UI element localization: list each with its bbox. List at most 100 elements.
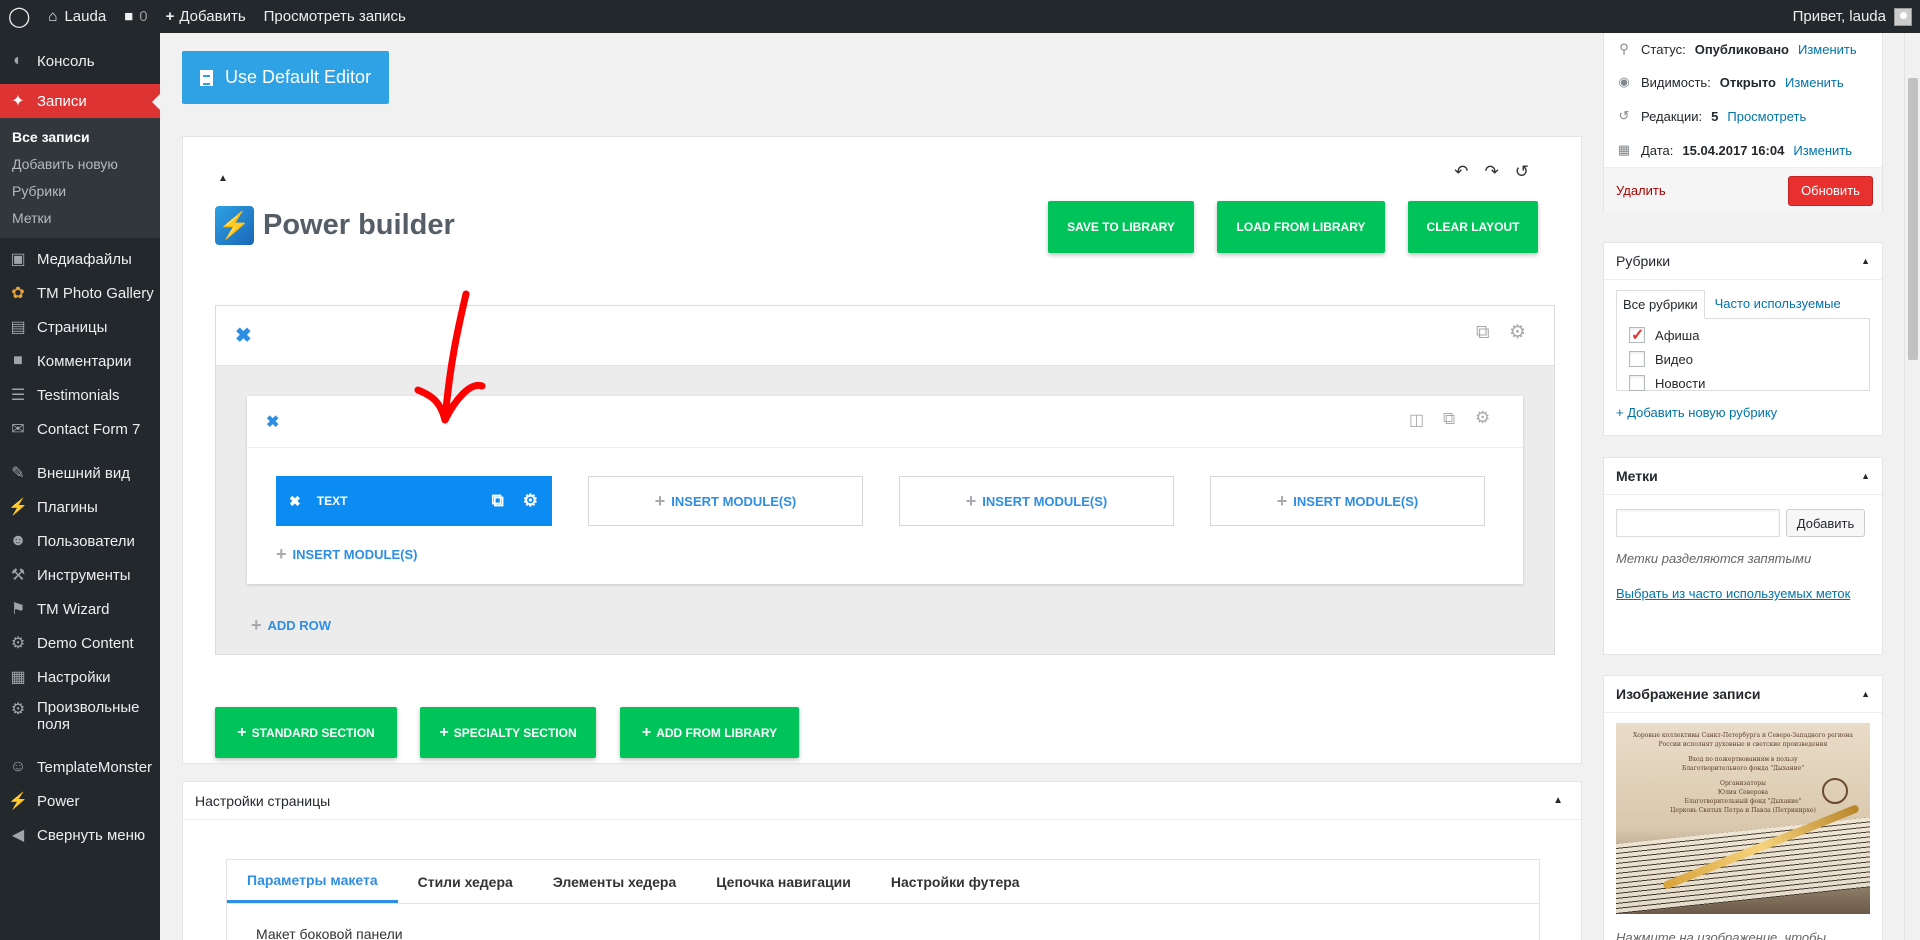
greeting-link[interactable]: Привет, lauda [1793, 8, 1886, 25]
edit-status-link[interactable]: Изменить [1798, 42, 1857, 57]
insert-module-button[interactable]: + INSERT MODULE(S) [588, 476, 863, 526]
sidebar-item-collapse[interactable]: ◀ Свернуть меню [0, 818, 160, 852]
collapse-triangle-icon[interactable]: ▲ [218, 173, 228, 184]
category-item[interactable]: Новости [1629, 371, 1857, 395]
comment-icon: ■ [124, 8, 134, 25]
section-close-icon[interactable]: ✖ [235, 323, 252, 348]
sidebar-item-pages[interactable]: ▤ Страницы [0, 310, 160, 344]
wordpress-logo-icon[interactable]: ◯ [0, 0, 39, 33]
featured-image-hint: Нажмите на изображение, чтобы изменить и… [1616, 930, 1827, 940]
specialty-section-button[interactable]: + SPECIALTY SECTION [420, 707, 596, 758]
sidebar-item-comments[interactable]: ■ Комментарии [0, 344, 160, 378]
plus-icon: + [165, 8, 175, 25]
add-new-link[interactable]: + Добавить [157, 0, 255, 33]
row-columns-icon[interactable]: ◫ [1409, 410, 1424, 430]
sidebar-item-posts[interactable]: ✦ Записи [0, 84, 160, 118]
tab-header-elements[interactable]: Элементы хедера [533, 860, 696, 903]
collapse-triangle-icon[interactable]: ▲ [1861, 471, 1870, 481]
tab-footer-settings[interactable]: Настройки футера [871, 860, 1040, 903]
page-settings-header[interactable]: Настройки страницы ▲ [183, 782, 1581, 820]
sidebar-item-testimonials[interactable]: ☰ Testimonials [0, 378, 160, 412]
submenu-categories[interactable]: Рубрики [0, 178, 160, 205]
power-builder-logo: ⚡ Power builder [215, 206, 455, 245]
edit-visibility-link[interactable]: Изменить [1785, 75, 1844, 90]
update-button[interactable]: Обновить [1788, 175, 1873, 206]
plus-icon: + [439, 723, 449, 741]
tab-layout-params[interactable]: Параметры макета [227, 860, 398, 903]
sidebar-item-demo-content[interactable]: ⚙ Demo Content [0, 626, 160, 660]
section-settings-icon[interactable]: ⚙ [1509, 321, 1526, 344]
posts-submenu: Все записи Добавить новую Рубрики Метки [0, 118, 160, 238]
collapse-triangle-icon[interactable]: ▲ [1553, 795, 1563, 806]
add-tag-button[interactable]: Добавить [1786, 509, 1865, 537]
section-duplicate-icon[interactable]: ⧉ [1476, 322, 1490, 344]
tab-popular-categories[interactable]: Часто используемые [1709, 290, 1847, 319]
view-revisions-link[interactable]: Просмотреть [1727, 109, 1806, 124]
insert-module-button[interactable]: + INSERT MODULE(S) [899, 476, 1174, 526]
add-row-link[interactable]: + ADD ROW [251, 615, 331, 636]
sidebar-item-plugins[interactable]: ⚡ Плагины [0, 490, 160, 524]
category-item[interactable]: Афиша [1629, 323, 1857, 347]
history-icon[interactable]: ↺ [1515, 162, 1529, 182]
sidebar-item-console[interactable]: ◐ Консоль [0, 44, 160, 78]
sidebar-item-power[interactable]: ⚡ Power [0, 784, 160, 818]
sidebar-item-contact-form[interactable]: ✉ Contact Form 7 [0, 412, 160, 446]
row-settings-icon[interactable]: ⚙ [1475, 408, 1490, 428]
tab-breadcrumbs[interactable]: Цепочка навигации [696, 860, 871, 903]
edit-date-link[interactable]: Изменить [1793, 143, 1852, 158]
category-checkbox[interactable] [1629, 375, 1645, 391]
history-icon: ↺ [1618, 108, 1630, 123]
add-category-link[interactable]: + Добавить новую рубрику [1616, 405, 1882, 420]
redo-icon[interactable]: ↷ [1485, 162, 1499, 182]
sidebar-item-templatemonster[interactable]: ☺ TemplateMonster [0, 750, 160, 784]
module-duplicate-icon[interactable]: ⧉ [492, 491, 504, 511]
sidebar-item-appearance[interactable]: ✎ Внешний вид [0, 456, 160, 490]
clear-layout-button[interactable]: CLEAR LAYOUT [1408, 201, 1538, 253]
sidebar-item-tm-photo-gallery[interactable]: ✿ TM Photo Gallery [0, 276, 160, 310]
undo-icon[interactable]: ↶ [1454, 162, 1468, 182]
submenu-tags[interactable]: Метки [0, 205, 160, 232]
sidebar-item-users[interactable]: ☻ Пользователи [0, 524, 160, 558]
categories-header[interactable]: Рубрики ▲ [1604, 243, 1882, 280]
category-checkbox[interactable] [1629, 351, 1645, 367]
use-default-editor-button[interactable]: Use Default Editor [182, 51, 389, 104]
tab-all-categories[interactable]: Все рубрики [1616, 290, 1705, 319]
collapse-triangle-icon[interactable]: ▲ [1861, 689, 1870, 699]
delete-link[interactable]: Удалить [1616, 183, 1666, 198]
categories-tabs: Все рубрики Часто используемые [1616, 290, 1882, 319]
submenu-all-posts[interactable]: Все записи [0, 124, 160, 151]
featured-image[interactable]: Хоровые коллективы Санкт-Петербурга и Се… [1616, 723, 1870, 914]
submenu-add-new[interactable]: Добавить новую [0, 151, 160, 178]
text-module[interactable]: ✖ TEXT ⧉ ⚙ [276, 476, 552, 526]
sidebar-item-media[interactable]: ▣ Медиафайлы [0, 242, 160, 276]
choose-tags-link[interactable]: Выбрать из часто используемых меток [1616, 586, 1882, 601]
page-scrollbar[interactable] [1904, 33, 1920, 940]
category-item[interactable]: Видео [1629, 347, 1857, 371]
row-close-icon[interactable]: ✖ [266, 412, 279, 432]
tab-header-styles[interactable]: Стили хедера [398, 860, 533, 903]
add-from-library-button[interactable]: + ADD FROM LIBRARY [620, 707, 799, 758]
featured-image-header[interactable]: Изображение записи ▲ [1604, 676, 1882, 713]
module-close-icon[interactable]: ✖ [289, 493, 301, 510]
insert-module-button[interactable]: + INSERT MODULE(S) [1210, 476, 1485, 526]
save-to-library-button[interactable]: SAVE TO LIBRARY [1048, 201, 1194, 253]
comments-link[interactable]: ■ 0 [115, 0, 156, 33]
sidebar-item-tm-wizard[interactable]: ⚑ TM Wizard [0, 592, 160, 626]
collapse-triangle-icon[interactable]: ▲ [1861, 256, 1870, 266]
avatar[interactable] [1894, 7, 1912, 26]
sidebar-item-tools[interactable]: ⚒ Инструменты [0, 558, 160, 592]
sidebar-item-settings[interactable]: ▦ Настройки [0, 660, 160, 694]
row-duplicate-icon[interactable]: ⧉ [1443, 409, 1455, 429]
load-from-library-button[interactable]: LOAD FROM LIBRARY [1217, 201, 1385, 253]
plus-icon: + [251, 615, 262, 635]
standard-section-button[interactable]: + STANDARD SECTION [215, 707, 397, 758]
tag-input[interactable] [1616, 509, 1780, 537]
site-name-link[interactable]: ⌂ Lauda [39, 0, 115, 33]
tags-header[interactable]: Метки ▲ [1604, 458, 1882, 495]
insert-module-link[interactable]: + INSERT MODULE(S) [276, 544, 417, 565]
scrollbar-thumb[interactable] [1908, 78, 1918, 360]
module-settings-icon[interactable]: ⚙ [523, 491, 538, 511]
sidebar-item-custom-fields[interactable]: ⚙ Произвольные поля [0, 694, 160, 740]
view-post-link[interactable]: Просмотреть запись [255, 0, 415, 33]
category-checkbox[interactable] [1629, 325, 1645, 345]
